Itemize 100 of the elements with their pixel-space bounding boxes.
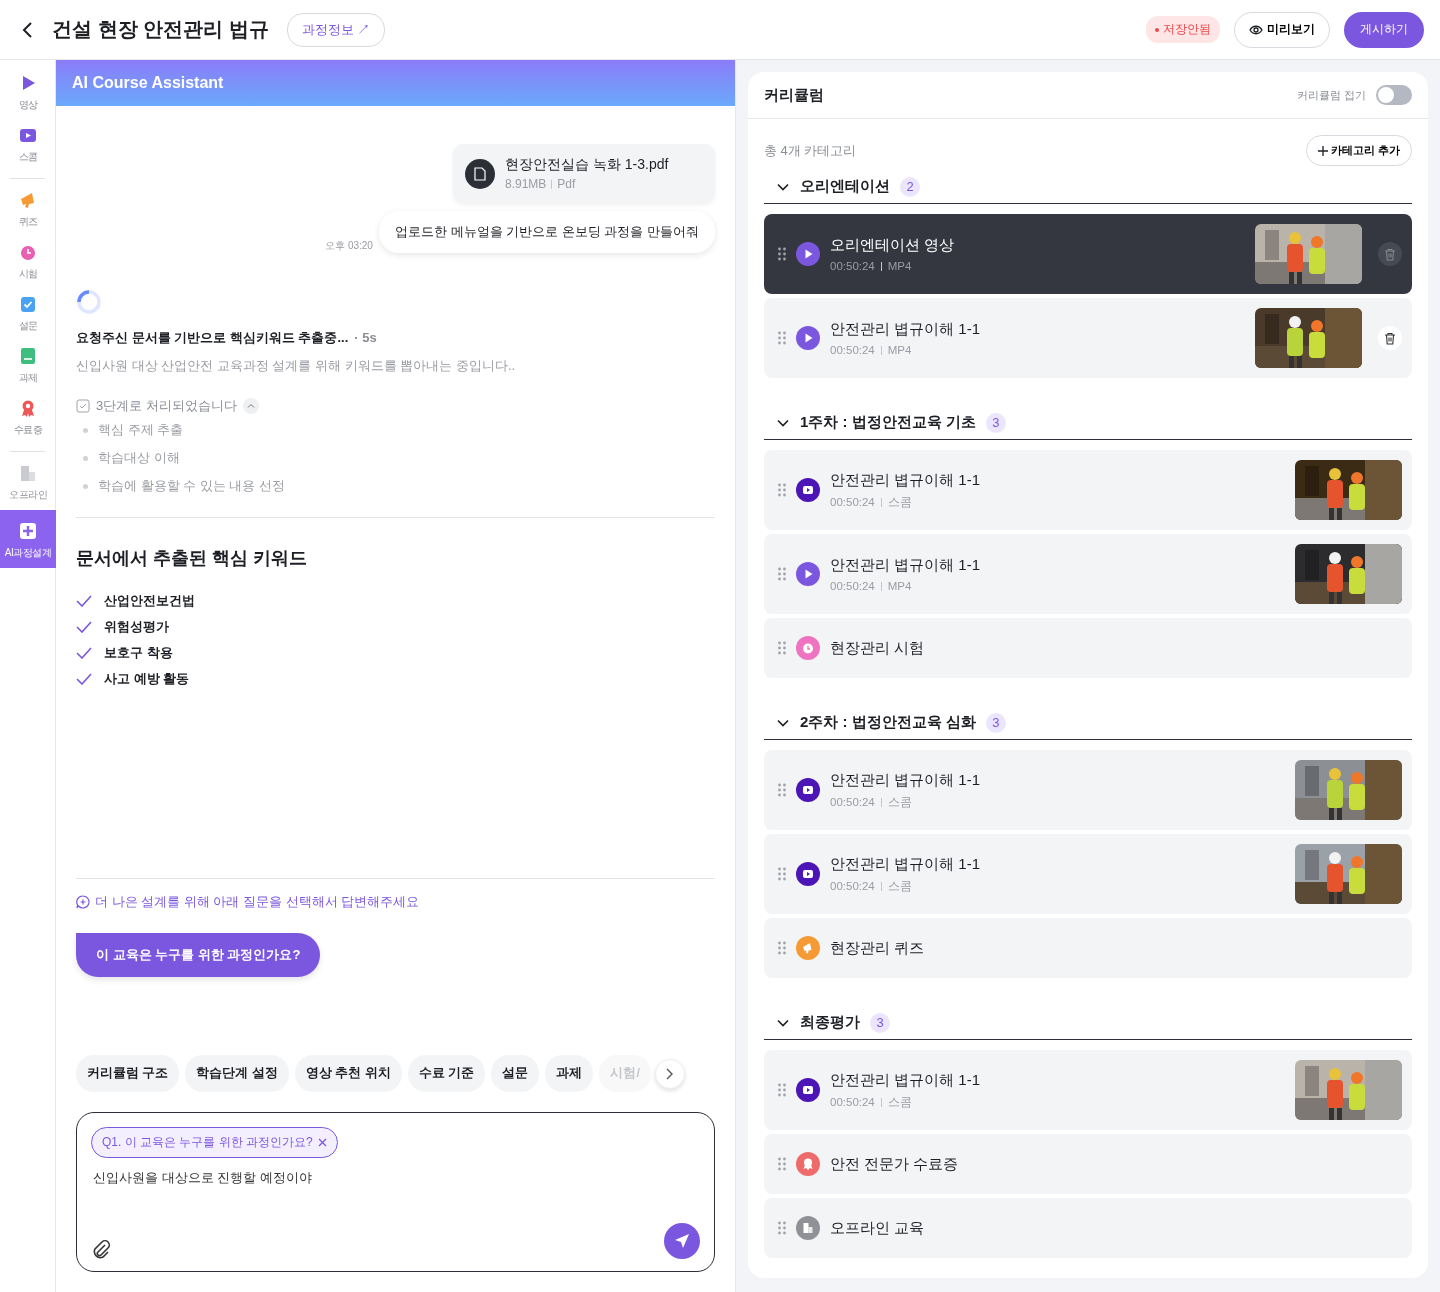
- add-category-button[interactable]: 카테고리 추가: [1305, 135, 1412, 166]
- item-title: 오리엔테이션 영상: [830, 236, 956, 255]
- drag-handle-icon[interactable]: [778, 1157, 786, 1171]
- drag-handle-icon[interactable]: [778, 331, 786, 345]
- curriculum-item[interactable]: 현장관리 시험: [764, 618, 1412, 678]
- sidebar-item[interactable]: 시험: [0, 237, 56, 289]
- curriculum-item[interactable]: 오리엔테이션 영상 00:50:24 MP4: [764, 214, 1412, 294]
- book-icon: [19, 347, 37, 365]
- item-duration: 00:50:24: [830, 496, 875, 508]
- drag-handle-icon[interactable]: [778, 483, 786, 497]
- curriculum-item[interactable]: 오프라인 교육: [764, 1198, 1412, 1258]
- publish-button[interactable]: 게시하기: [1344, 11, 1424, 48]
- curriculum-item[interactable]: 안전 전문가 수료증: [764, 1134, 1412, 1194]
- count-badge: 3: [870, 1012, 890, 1033]
- chevron-up-icon: [246, 402, 255, 410]
- drag-handle-icon[interactable]: [778, 641, 786, 655]
- page-title: 건설 현장 안전관리 법규: [52, 17, 269, 42]
- send-button[interactable]: [664, 1223, 700, 1259]
- curriculum-item[interactable]: 안전관리 볍규이해 1-1 00:50:24 MP4: [764, 298, 1412, 378]
- drag-handle-icon[interactable]: [778, 1083, 786, 1097]
- drag-handle-icon[interactable]: [778, 941, 786, 955]
- step-dot: [83, 455, 88, 461]
- collapse-toggle[interactable]: [1376, 85, 1412, 105]
- keyword: 보호구 착용: [104, 644, 173, 662]
- topic-chip[interactable]: 영상 추천 위치: [294, 1055, 402, 1092]
- curriculum-item[interactable]: 안전관리 볍규이해 1-1 00:50:24 스콤: [764, 834, 1412, 914]
- keyword: 위험성평가: [104, 618, 169, 636]
- play-icon: [796, 326, 820, 350]
- check-icon: [76, 595, 92, 607]
- count-badge: 2: [900, 176, 920, 197]
- keyword: 사고 예방 활동: [104, 670, 190, 688]
- step-dot: [83, 483, 88, 489]
- keyword: 산업안전보건법: [104, 592, 195, 610]
- drag-handle-icon[interactable]: [778, 247, 786, 261]
- sidebar-item[interactable]: 수료증: [0, 393, 56, 445]
- delete-button[interactable]: [1378, 242, 1402, 266]
- drag-handle-icon[interactable]: [778, 783, 786, 797]
- chat-plus-icon: [76, 895, 90, 909]
- delete-button[interactable]: [1378, 326, 1402, 350]
- next-button[interactable]: [654, 1058, 685, 1089]
- question-button[interactable]: 이 교육은 누구를 위한 과정인가요?: [76, 933, 321, 977]
- preview-button[interactable]: 미리보기: [1234, 11, 1330, 48]
- trash-icon: [1384, 247, 1396, 261]
- chevron-right-icon: [665, 1067, 674, 1080]
- item-duration: 00:50:24: [830, 796, 875, 808]
- item-title: 안전관리 볍규이해 1-1: [830, 470, 981, 490]
- megaphone-icon: [19, 191, 37, 209]
- item-title: 안전 전문가 수료증: [830, 1154, 960, 1174]
- topic-chip[interactable]: 학습단계 설정: [185, 1055, 289, 1092]
- category-count: 총 4개 카테고리: [764, 141, 857, 160]
- drag-handle-icon[interactable]: [778, 567, 786, 581]
- check-icon: [76, 621, 92, 633]
- topic-chip[interactable]: 설문: [491, 1055, 540, 1092]
- item-title: 안전관리 볍규이해 1-1: [830, 320, 981, 339]
- sidebar-item[interactable]: 스콤: [0, 120, 56, 172]
- file-type: Pdf: [557, 177, 576, 191]
- keywords-title: 문서에서 추출된 핵심 키워드: [76, 547, 308, 570]
- curriculum-item[interactable]: 안전관리 볍규이해 1-1 00:50:24 스콤: [764, 1050, 1412, 1130]
- question-tag: Q1. 이 교육은 누구를 위한 과정인가요?: [91, 1127, 338, 1158]
- sidebar-item[interactable]: 과제: [0, 341, 56, 393]
- topic-chip[interactable]: 과제: [545, 1055, 594, 1092]
- item-title: 안전관리 볍규이해 1-1: [830, 854, 981, 874]
- item-format: 스콤: [887, 494, 912, 510]
- topic-chip[interactable]: 커리큘럼 구조: [76, 1055, 180, 1092]
- user-message: 업로드한 메뉴얼을 기반으로 온보딩 과정을 만들어줘: [378, 211, 715, 253]
- curriculum-item[interactable]: 현장관리 퀴즈: [764, 918, 1412, 978]
- sidebar-item[interactable]: 오프라인: [0, 458, 56, 510]
- item-format: 스콤: [887, 794, 912, 810]
- section-title: 최종평가: [800, 1013, 860, 1032]
- assistant-header: AI Course Assistant: [56, 60, 735, 106]
- course-info-link[interactable]: 과정정보 ↗: [286, 12, 386, 47]
- step-item: 핵심 주제 추출: [98, 421, 184, 439]
- pdf-icon: [465, 158, 495, 189]
- topic-chip[interactable]: 수료 기준: [407, 1055, 486, 1092]
- item-title: 안전관리 볍규이해 1-1: [830, 770, 981, 790]
- sidebar-item[interactable]: 영상: [0, 68, 56, 120]
- item-format: MP4: [887, 580, 912, 592]
- close-icon[interactable]: [317, 1138, 327, 1147]
- prompt-hint: 더 나은 설계를 위해 아래 질문을 선택해서 답변해주세요: [95, 893, 420, 911]
- item-title: 오프라인 교육: [830, 1218, 926, 1238]
- sidebar-item[interactable]: 퀴즈: [0, 185, 56, 237]
- drag-handle-icon[interactable]: [778, 1221, 786, 1235]
- collapse-button[interactable]: [242, 398, 259, 414]
- message-time: 오후 03:20: [325, 239, 373, 253]
- item-format: 스콤: [887, 1094, 912, 1110]
- sparkle-icon: [19, 522, 37, 540]
- play-icon: [796, 562, 820, 586]
- paperclip-icon[interactable]: [91, 1239, 111, 1259]
- step-item: 학습대상 이해: [98, 449, 180, 467]
- curriculum-item[interactable]: 안전관리 볍규이해 1-1 00:50:24 MP4: [764, 534, 1412, 614]
- count-badge: 3: [985, 412, 1006, 433]
- curriculum-item[interactable]: 안전관리 볍규이해 1-1 00:50:24 스콤: [764, 750, 1412, 830]
- curriculum-item[interactable]: 안전관리 볍규이해 1-1 00:50:24 스콤: [764, 450, 1412, 530]
- progress-title: 요청주신 문서를 기반으로 핵심키워드 추출중...: [76, 330, 349, 345]
- sidebar-item[interactable]: AI과정설계: [0, 510, 56, 568]
- sidebar-item[interactable]: 설문: [0, 289, 56, 341]
- item-duration: 00:50:24: [830, 880, 875, 892]
- check-icon: [76, 647, 92, 659]
- item-duration: 00:50:24: [830, 1096, 875, 1108]
- drag-handle-icon[interactable]: [778, 867, 786, 881]
